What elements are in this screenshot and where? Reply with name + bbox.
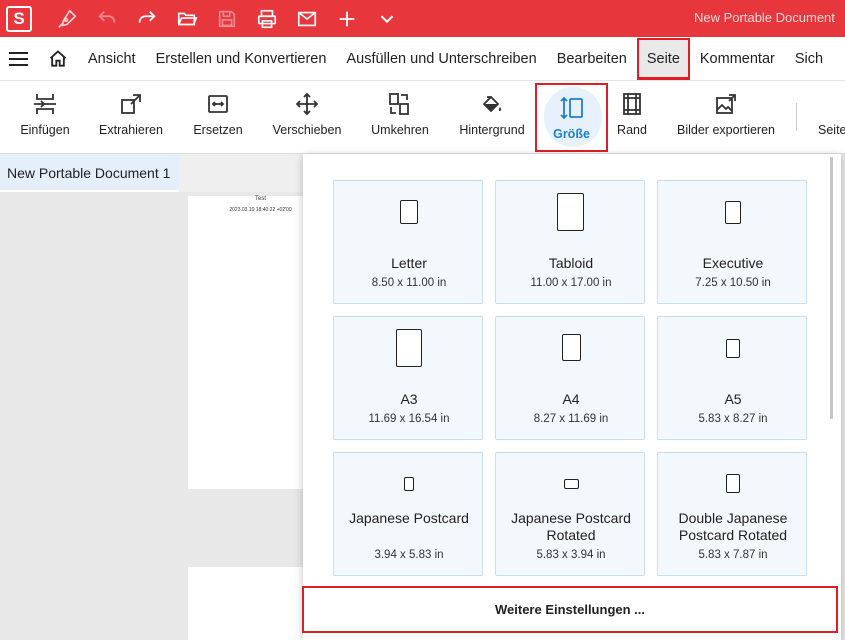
ribbon-separator bbox=[796, 103, 797, 131]
redo-icon[interactable] bbox=[134, 6, 160, 32]
chevron-down-icon[interactable] bbox=[374, 6, 400, 32]
size-option-double-japanese-postcard-rotated[interactable]: Double Japanese Postcard Rotated 5.83 x … bbox=[657, 452, 807, 576]
page-portrait-icon bbox=[404, 477, 414, 491]
size-option-executive[interactable]: Executive 7.25 x 10.50 in bbox=[657, 180, 807, 304]
size-option-japanese-postcard[interactable]: Japanese Postcard 3.94 x 5.83 in bbox=[333, 452, 483, 576]
size-option-japanese-postcard-rotated[interactable]: Japanese Postcard Rotated 5.83 x 3.94 in bbox=[495, 452, 645, 576]
quick-access-toolbar bbox=[54, 6, 400, 32]
margin-icon bbox=[622, 91, 642, 117]
page-portrait-icon bbox=[557, 193, 584, 231]
ribbon-toolbar: Einfügen Extrahieren Ersetzen Verschiebe… bbox=[0, 81, 845, 154]
page-portrait-icon bbox=[726, 474, 740, 493]
menu-ausfuellen-unterschreiben[interactable]: Ausfüllen und Unterschreiben bbox=[336, 37, 546, 80]
export-images-icon bbox=[714, 91, 738, 117]
menu-kommentar[interactable]: Kommentar bbox=[690, 37, 785, 80]
dropdown-scrollbar[interactable] bbox=[830, 157, 833, 419]
move-button[interactable]: Verschieben bbox=[266, 81, 348, 151]
print-icon[interactable] bbox=[254, 6, 280, 32]
size-option-a4[interactable]: A4 8.27 x 11.69 in bbox=[495, 316, 645, 440]
size-option-tabloid[interactable]: Tabloid 11.00 x 17.00 in bbox=[495, 180, 645, 304]
mail-icon[interactable] bbox=[294, 6, 320, 32]
page-size-icon bbox=[559, 95, 585, 121]
tab-strip bbox=[179, 154, 309, 192]
replace-icon bbox=[206, 91, 230, 117]
menu-sicherheit[interactable]: Sich bbox=[785, 37, 833, 80]
open-folder-icon[interactable] bbox=[174, 6, 200, 32]
window-title: New Portable Document bbox=[694, 10, 835, 25]
page-size-dropdown: Letter 8.50 x 11.00 in Tabloid 11.00 x 1… bbox=[303, 154, 841, 640]
menu-bar: Ansicht Erstellen und Konvertieren Ausfü… bbox=[0, 37, 845, 81]
size-option-a3[interactable]: A3 11.69 x 16.54 in bbox=[333, 316, 483, 440]
page-landscape-icon bbox=[564, 479, 579, 489]
page-portrait-icon bbox=[400, 200, 418, 224]
size-option-letter[interactable]: Letter 8.50 x 11.00 in bbox=[333, 180, 483, 304]
replace-button[interactable]: Ersetzen bbox=[186, 81, 250, 151]
paint-bucket-icon bbox=[480, 91, 504, 117]
menu-bearbeiten[interactable]: Bearbeiten bbox=[547, 37, 637, 80]
hamburger-menu-icon[interactable] bbox=[0, 37, 38, 80]
save-icon[interactable] bbox=[214, 6, 240, 32]
background-button[interactable]: Hintergrund bbox=[454, 81, 530, 151]
page-portrait-icon bbox=[562, 334, 581, 361]
pen-icon[interactable] bbox=[54, 6, 80, 32]
size-option-a5[interactable]: A5 5.83 x 8.27 in bbox=[657, 316, 807, 440]
title-bar: S New Portable Document bbox=[0, 0, 845, 37]
size-button[interactable]: Größe bbox=[535, 83, 608, 152]
margin-button[interactable]: Rand bbox=[612, 81, 652, 151]
reverse-icon bbox=[387, 91, 413, 117]
export-images-button[interactable]: Bilder exportieren bbox=[672, 81, 780, 151]
reverse-button[interactable]: Umkehren bbox=[364, 81, 436, 151]
insert-button[interactable]: Einfügen bbox=[12, 81, 78, 151]
menu-seite[interactable]: Seite bbox=[636, 37, 690, 80]
insert-pages-icon bbox=[32, 91, 58, 117]
app-logo[interactable]: S bbox=[6, 5, 32, 32]
move-icon bbox=[295, 91, 319, 117]
page-portrait-icon bbox=[396, 329, 422, 367]
page-portrait-icon bbox=[725, 201, 741, 224]
more-settings-button[interactable]: Weitere Einstellungen ... bbox=[302, 586, 838, 633]
extract-icon bbox=[119, 91, 143, 117]
page-button[interactable]: Seite bbox=[812, 81, 845, 151]
undo-icon[interactable] bbox=[94, 6, 120, 32]
extract-button[interactable]: Extrahieren bbox=[94, 81, 168, 151]
page-portrait-icon bbox=[726, 339, 740, 358]
plus-icon[interactable] bbox=[334, 6, 360, 32]
menu-ansicht[interactable]: Ansicht bbox=[78, 37, 146, 80]
document-tab[interactable]: New Portable Document 1 bbox=[0, 154, 179, 192]
home-icon[interactable] bbox=[38, 37, 78, 80]
menu-erstellen-konvertieren[interactable]: Erstellen und Konvertieren bbox=[146, 37, 337, 80]
